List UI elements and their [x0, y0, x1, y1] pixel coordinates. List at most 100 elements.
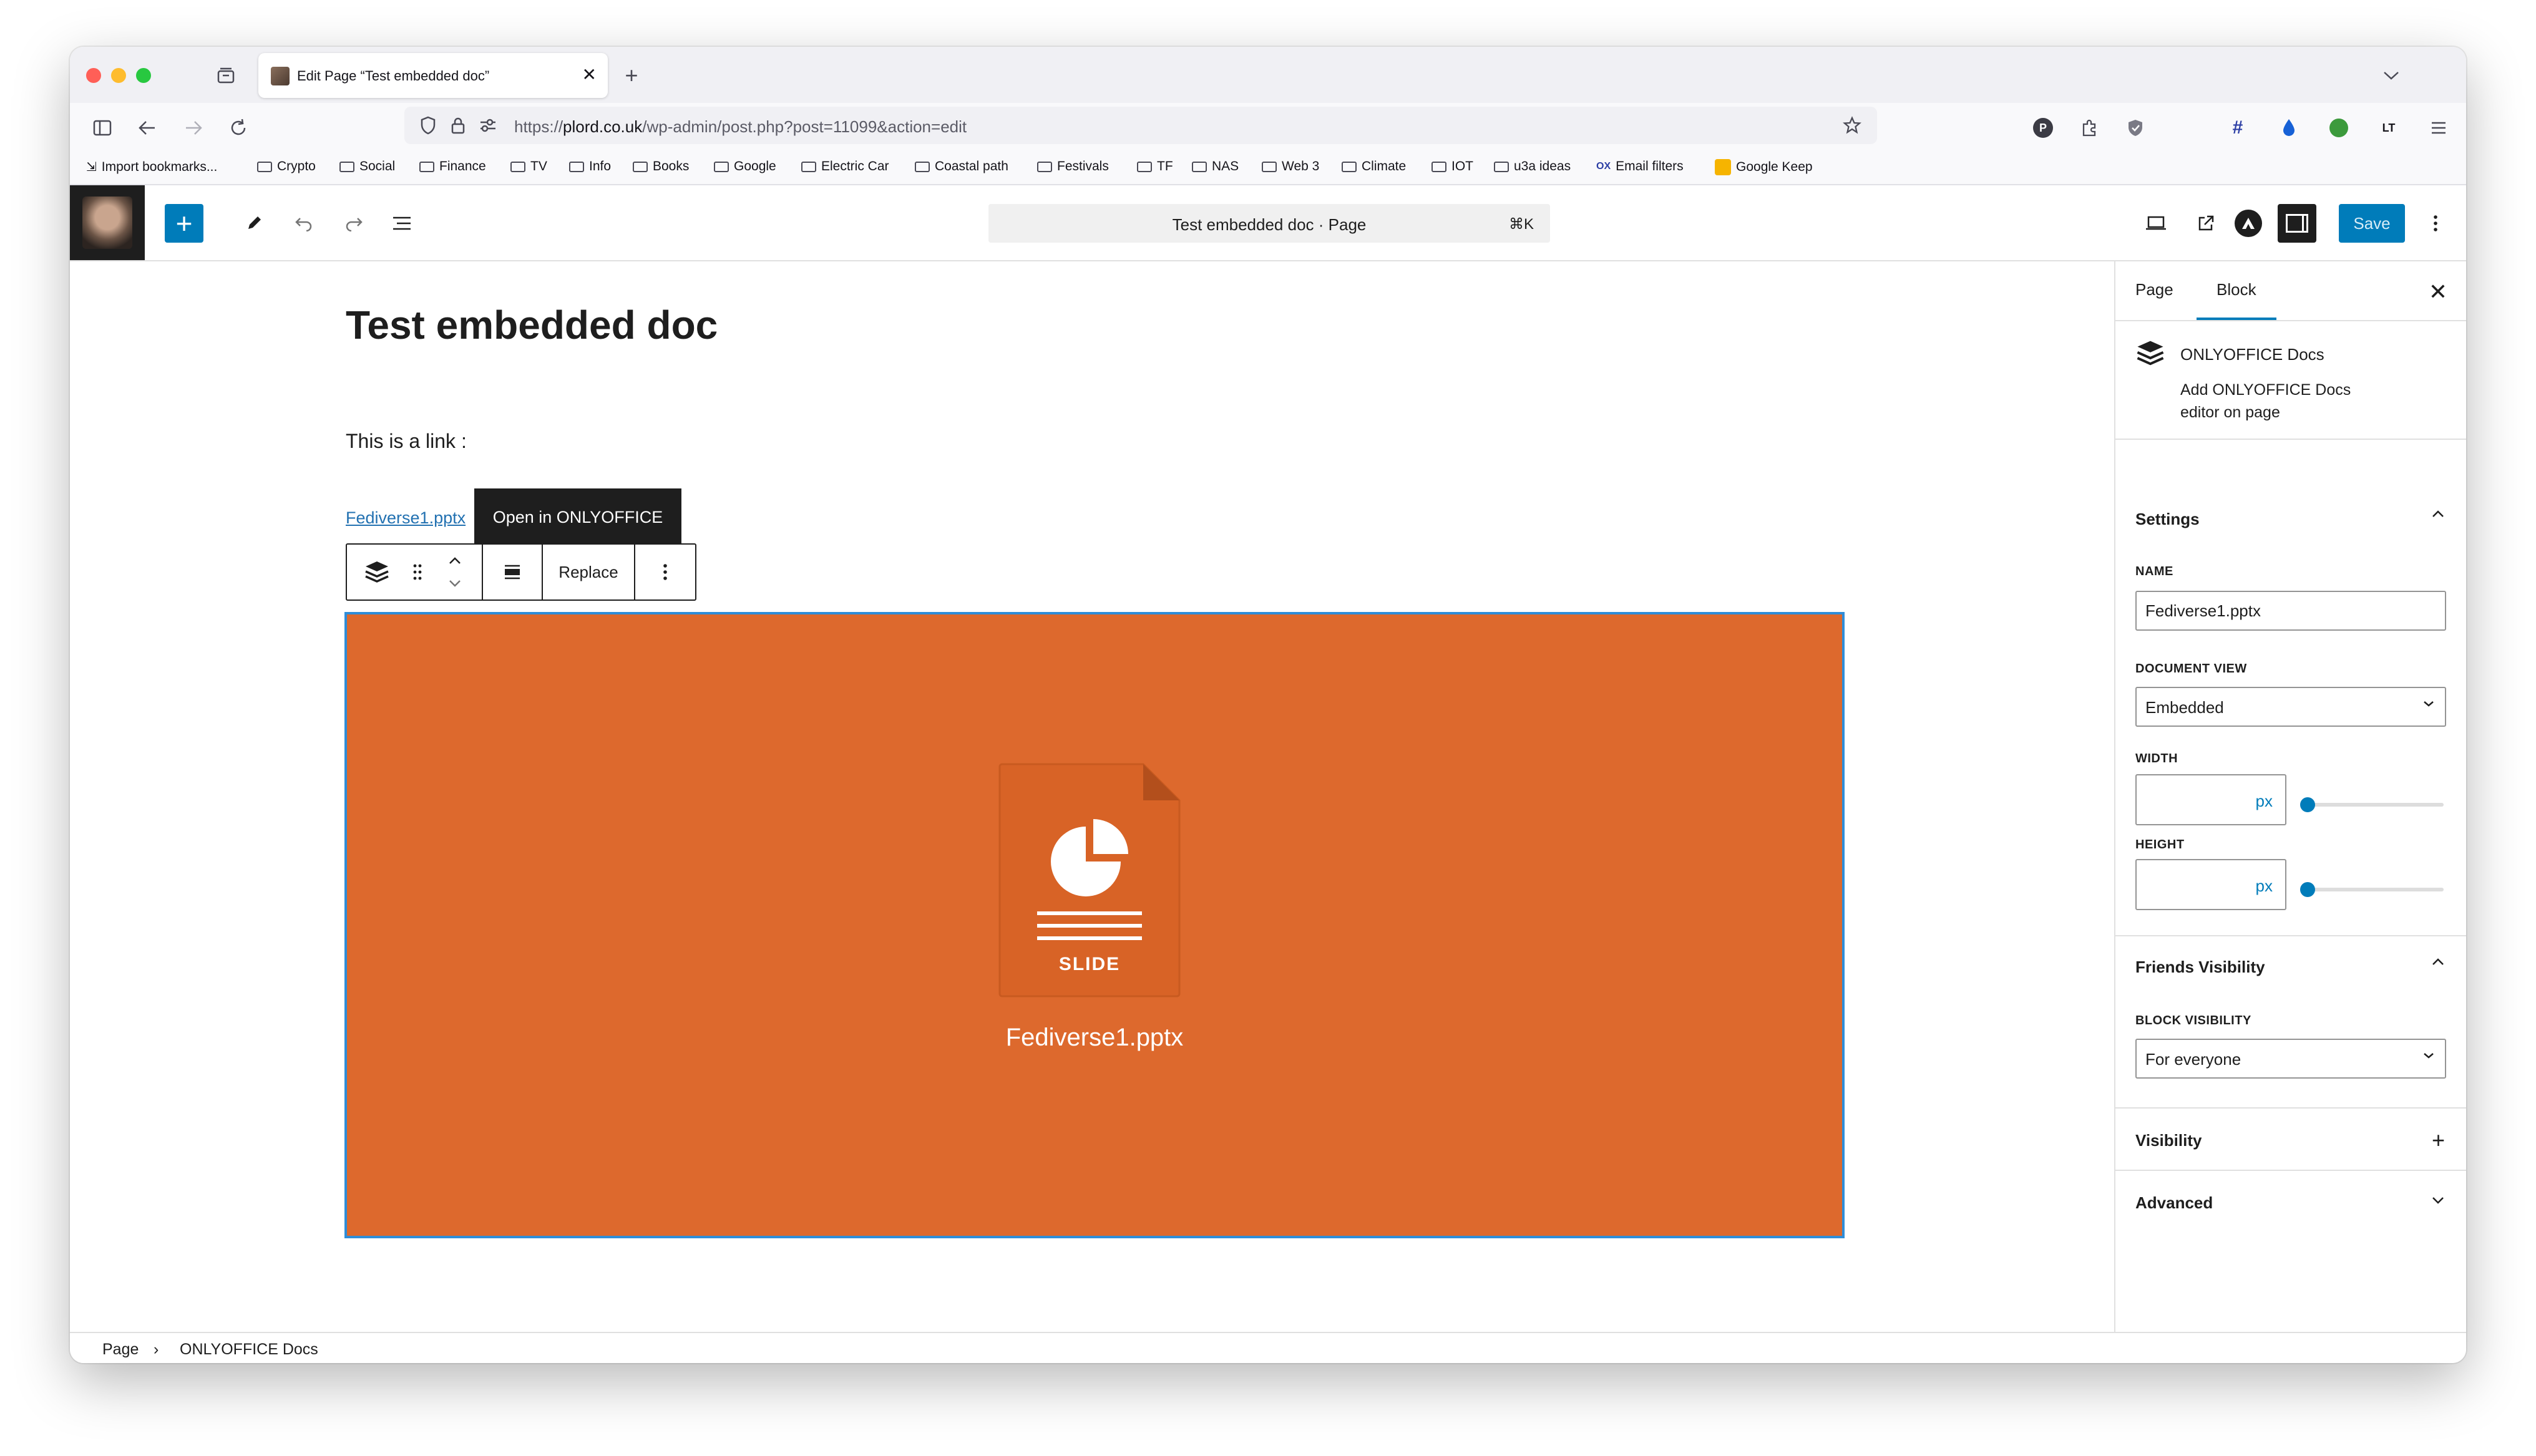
tools-pencil-icon[interactable]: [238, 208, 270, 239]
close-sidebar-icon[interactable]: ✕: [2429, 279, 2447, 305]
document-overview-icon[interactable]: [387, 208, 418, 239]
width-input[interactable]: px: [2135, 774, 2286, 825]
bookmark-email-filters[interactable]: OX Email filters: [1596, 159, 1684, 174]
shield-icon[interactable]: [417, 114, 439, 137]
bookmark-folder[interactable]: IOT: [1431, 159, 1473, 174]
bookmark-import[interactable]: ⇲ Import bookmarks...: [86, 159, 217, 175]
new-tab-icon[interactable]: +: [619, 62, 644, 88]
close-window-button[interactable]: [86, 68, 101, 83]
friends-visibility-collapse-chevron-icon[interactable]: [2431, 958, 2445, 969]
astra-logo-icon[interactable]: [2233, 208, 2264, 239]
drag-handle-icon[interactable]: [399, 545, 436, 599]
extension-drop-icon[interactable]: [2276, 115, 2301, 140]
visibility-expand-plus-icon[interactable]: +: [2432, 1127, 2445, 1153]
bookmark-folder[interactable]: Web 3: [1262, 159, 1319, 174]
height-input[interactable]: px: [2135, 859, 2286, 910]
block-options-button[interactable]: [635, 545, 695, 599]
bookmark-folder[interactable]: Google: [714, 159, 776, 174]
move-up-chevron-icon[interactable]: [448, 550, 462, 572]
bookmark-folder[interactable]: Finance: [419, 159, 486, 174]
minimize-window-button[interactable]: [111, 68, 126, 83]
app-menu-icon[interactable]: [2426, 115, 2451, 140]
bookmark-folder[interactable]: Info: [569, 159, 611, 174]
zoom-window-button[interactable]: [136, 68, 151, 83]
tab-page[interactable]: Page: [2135, 280, 2173, 299]
extension-green-icon[interactable]: [2326, 115, 2351, 140]
tab-close-icon[interactable]: ✕: [582, 64, 597, 85]
replace-button[interactable]: Replace: [543, 545, 635, 599]
tab-block[interactable]: Block: [2197, 280, 2276, 320]
bookmark-folder[interactable]: Crypto: [257, 159, 316, 174]
bookmark-folder[interactable]: Books: [633, 159, 689, 174]
forward-arrow-icon[interactable]: [181, 115, 206, 140]
bookmark-folder[interactable]: Festivals: [1037, 159, 1109, 174]
undo-icon[interactable]: [288, 208, 319, 239]
settings-collapse-chevron-icon[interactable]: [2431, 510, 2445, 522]
paragraph-block[interactable]: This is a link :: [346, 430, 467, 453]
bookmark-folder[interactable]: u3a ideas: [1494, 159, 1571, 174]
extension-p-icon[interactable]: P: [2031, 115, 2056, 140]
friends-visibility-panel-title[interactable]: Friends Visibility: [2135, 958, 2265, 977]
extension-shield-icon[interactable]: [2123, 115, 2148, 140]
bookmark-folder[interactable]: NAS: [1192, 159, 1239, 174]
move-controls: [436, 545, 474, 599]
permissions-icon[interactable]: [477, 114, 499, 137]
bookmark-star-icon[interactable]: [1841, 114, 1863, 137]
back-arrow-icon[interactable]: [135, 115, 160, 140]
bookmark-folder[interactable]: Climate: [1342, 159, 1406, 174]
save-button[interactable]: Save: [2339, 204, 2405, 243]
settings-panel-title[interactable]: Settings: [2135, 510, 2200, 529]
advanced-expand-chevron-icon[interactable]: [2431, 1196, 2445, 1208]
align-button[interactable]: [483, 545, 543, 599]
block-visibility-select[interactable]: For everyone: [2135, 1039, 2446, 1079]
width-unit[interactable]: px: [2256, 792, 2273, 811]
bookmark-folder[interactable]: TF: [1137, 159, 1173, 174]
preview-device-icon[interactable]: [2140, 208, 2172, 239]
breadcrumb-block[interactable]: ONLYOFFICE Docs: [180, 1341, 318, 1359]
breadcrumb-page[interactable]: Page: [102, 1341, 139, 1359]
height-slider-thumb[interactable]: [2300, 882, 2315, 897]
reload-icon[interactable]: [226, 115, 251, 140]
block-visibility-label: BLOCK VISIBILITY: [2135, 1014, 2251, 1027]
tab-list-chevron-icon[interactable]: [2379, 63, 2404, 88]
width-slider[interactable]: [2300, 797, 2444, 812]
address-bar[interactable]: https://plord.co.uk/wp-admin/post.php?po…: [404, 107, 1877, 144]
visibility-panel-title[interactable]: Visibility: [2135, 1131, 2202, 1150]
extension-lt-icon[interactable]: LT: [2376, 115, 2401, 140]
extension-hash-icon[interactable]: #: [2225, 115, 2250, 140]
onlyoffice-embed-block[interactable]: SLIDE Fediverse1.pptx: [344, 612, 1845, 1238]
height-unit[interactable]: px: [2256, 876, 2273, 896]
document-view-select[interactable]: Embedded: [2135, 687, 2446, 727]
bookmark-folder[interactable]: Electric Car: [801, 159, 889, 174]
file-link[interactable]: Fediverse1.pptx: [346, 508, 466, 528]
block-inserter-button[interactable]: +: [165, 204, 203, 243]
block-options-kebab-icon: [663, 564, 667, 580]
advanced-panel-title[interactable]: Advanced: [2135, 1193, 2213, 1213]
name-input[interactable]: [2135, 591, 2446, 631]
view-page-external-icon[interactable]: [2190, 208, 2221, 239]
onlyoffice-block-icon[interactable]: [355, 545, 399, 599]
post-title[interactable]: Test embedded doc: [346, 305, 718, 345]
settings-sidebar-toggle[interactable]: [2278, 204, 2316, 243]
active-tab[interactable]: Edit Page “Test embedded doc” ✕: [258, 53, 608, 98]
site-icon-button[interactable]: [70, 185, 145, 260]
move-down-chevron-icon[interactable]: [448, 572, 462, 595]
extension-puzzle-icon[interactable]: [2077, 115, 2102, 140]
bookmark-google-keep[interactable]: Google Keep: [1715, 159, 1813, 175]
command-palette-bar[interactable]: Test embedded doc · Page ⌘K: [988, 204, 1550, 243]
bookmark-folder[interactable]: Social: [339, 159, 395, 174]
tab-strip: Edit Page “Test embedded doc” ✕ +: [70, 47, 2466, 103]
bookmark-folder[interactable]: Coastal path: [915, 159, 1008, 174]
height-slider[interactable]: [2300, 882, 2444, 897]
folder-icon: [257, 161, 272, 172]
open-in-onlyoffice-button[interactable]: Open in ONLYOFFICE: [474, 488, 681, 546]
width-slider-thumb[interactable]: [2300, 797, 2315, 812]
url-text[interactable]: https://plord.co.uk/wp-admin/post.php?po…: [514, 117, 967, 137]
sidebar-toggle-icon[interactable]: [90, 115, 115, 140]
lock-icon[interactable]: [447, 114, 469, 137]
bookmark-folder[interactable]: TV: [510, 159, 547, 174]
height-label: HEIGHT: [2135, 838, 2185, 852]
tab-overview-icon[interactable]: [215, 64, 237, 87]
redo-icon[interactable]: [338, 208, 369, 239]
options-kebab-icon[interactable]: [2420, 208, 2451, 239]
